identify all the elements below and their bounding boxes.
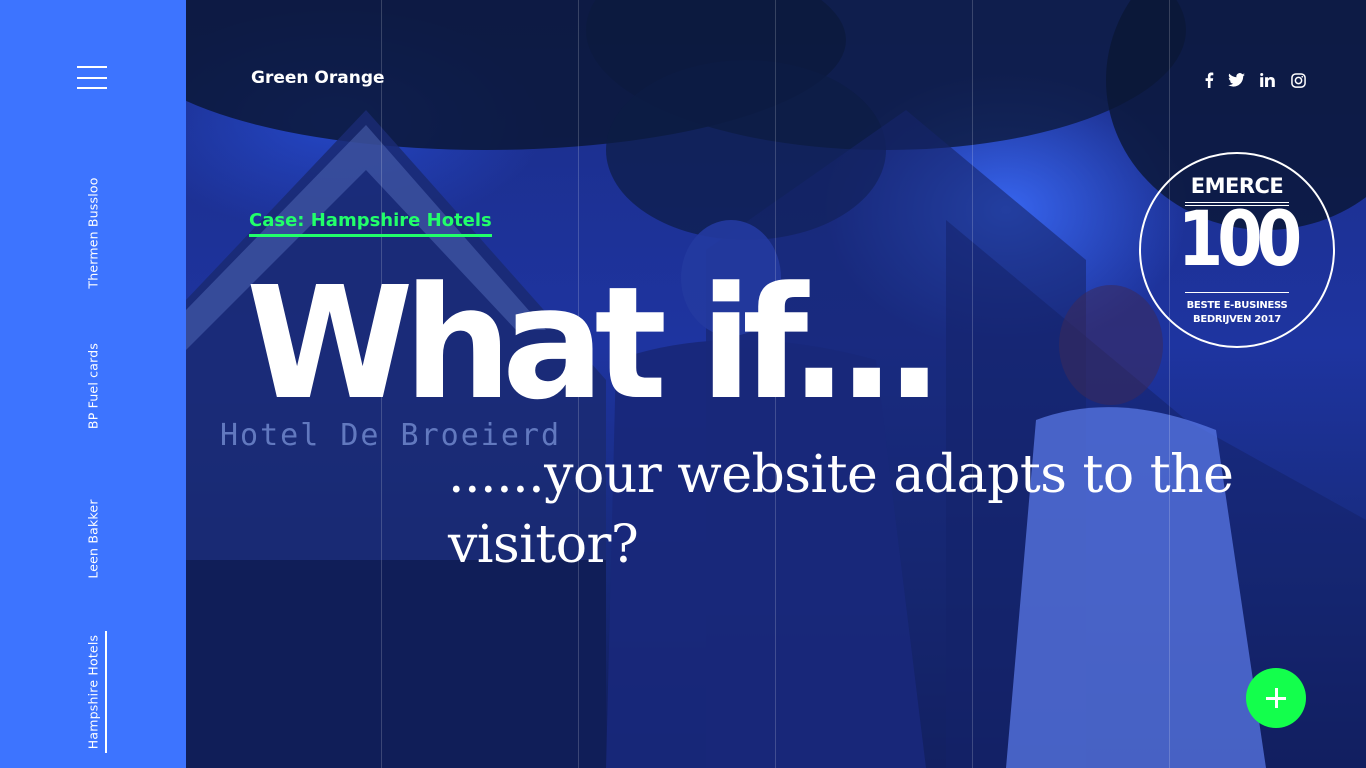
grid-line — [972, 0, 973, 768]
sidebar-item-leen-bakker[interactable]: Leen Bakker — [86, 499, 101, 578]
hero-section: Hotel De Broeierd Green Orange EMERCE 10… — [186, 0, 1366, 768]
hamburger-menu-icon[interactable] — [77, 66, 107, 90]
badge-subtitle-line1: BESTE E-BUSINESS — [1186, 300, 1288, 311]
emerce-100-badge: EMERCE 100 BESTE E-BUSINESS BEDRIJVEN 20… — [1139, 152, 1335, 348]
hero-headline: What if... — [246, 253, 943, 434]
grid-line — [1169, 0, 1170, 768]
sidebar-item-hampshire-hotels[interactable]: Hampshire Hotels — [86, 635, 101, 749]
sidebar-item-thermen-bussloo[interactable]: Thermen Bussloo — [86, 177, 101, 288]
badge-divider — [1185, 292, 1289, 293]
case-link[interactable]: Case: Hampshire Hotels — [249, 210, 492, 237]
twitter-icon[interactable] — [1227, 71, 1245, 89]
facebook-icon[interactable] — [1200, 71, 1218, 89]
hero-subline: ......your website adapts to the visitor… — [448, 445, 1234, 575]
instagram-icon[interactable] — [1289, 71, 1307, 89]
sidebar: Thermen Bussloo BP Fuel cards Leen Bakke… — [0, 0, 186, 768]
plus-icon[interactable] — [1246, 668, 1306, 728]
sidebar-active-indicator — [105, 631, 107, 753]
badge-subtitle-line2: BEDRIJVEN 2017 — [1193, 314, 1281, 325]
linkedin-icon[interactable] — [1258, 71, 1276, 89]
sidebar-item-bp-fuel-cards[interactable]: BP Fuel cards — [86, 343, 101, 429]
brand-logo[interactable]: Green Orange — [251, 68, 385, 88]
badge-number: 100 — [1177, 194, 1302, 283]
